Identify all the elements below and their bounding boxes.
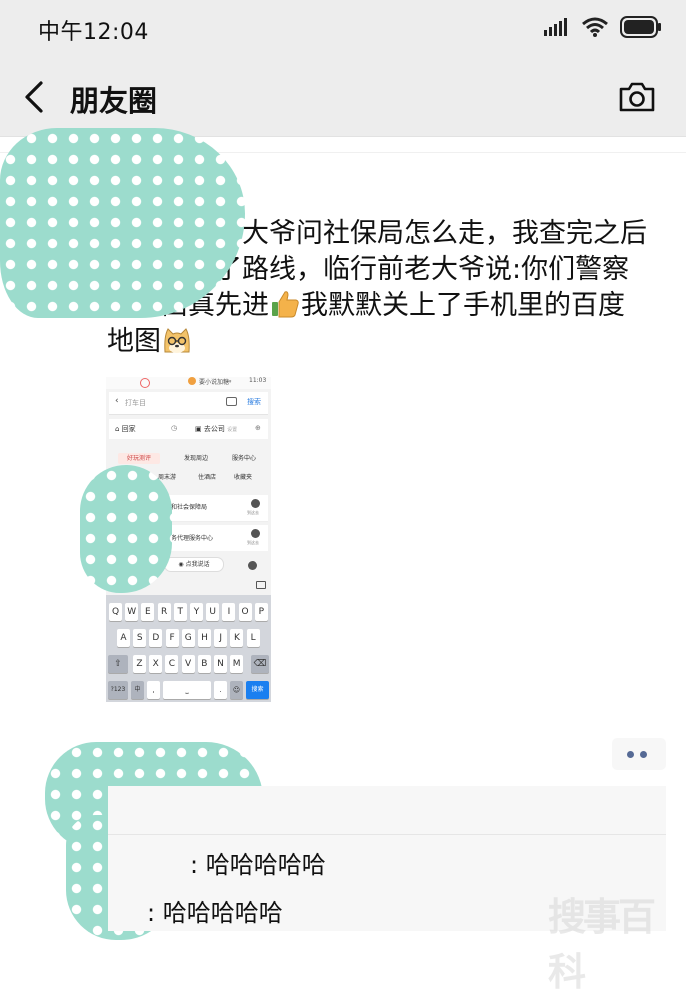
mini-camera-icon <box>226 397 237 406</box>
mini-route-icon <box>248 561 257 570</box>
mini-key-i: I <box>222 603 236 621</box>
mini-key-shift: ⇧ <box>108 655 128 673</box>
mini-keyboard-hide-icon <box>256 581 266 589</box>
mini-key-delete: ⌫ <box>251 655 269 673</box>
dot-icon <box>627 751 634 758</box>
mini-key-r: R <box>157 603 171 621</box>
header-bar: 朋友圈 <box>0 58 686 137</box>
redaction-mosaic <box>80 465 172 593</box>
mini-key-123: ?123 <box>108 681 128 699</box>
mini-key-c: C <box>165 655 179 673</box>
mini-key-x: X <box>149 655 163 673</box>
mini-chip-1: 好玩测评 <box>118 453 160 464</box>
mini-voice-button: ◉ 点我说话 <box>164 557 224 572</box>
status-time: 中午12:04 <box>38 20 149 45</box>
divider <box>108 834 666 835</box>
mini-home: ⌂ 回家 <box>115 425 136 433</box>
record-icon <box>140 378 150 388</box>
mini-key-a: A <box>117 629 130 647</box>
mini-key-o: O <box>238 603 252 621</box>
mini-key-lang: 中 <box>131 681 144 699</box>
mini-chip-6: 收藏夹 <box>233 474 252 481</box>
mini-search-input: 打车目 <box>125 399 146 407</box>
mini-key-l: L <box>246 629 260 647</box>
mini-key-b: B <box>197 655 211 673</box>
mini-more-icon: ⊕ <box>255 424 261 432</box>
signal-icon <box>544 18 567 36</box>
mini-key-m: M <box>230 655 244 673</box>
mini-key-q: Q <box>109 603 122 621</box>
wifi-icon <box>582 17 608 37</box>
mini-key-comma: , <box>147 681 160 699</box>
mini-key-p: P <box>254 603 268 621</box>
mini-key-space: ⎵ <box>163 681 211 699</box>
mini-key-n: N <box>214 655 227 673</box>
mini-key-t: T <box>173 603 187 621</box>
mini-key-u: U <box>206 603 220 621</box>
redaction-mosaic <box>0 128 245 318</box>
mini-company: ▣ 去公司 设置 <box>195 425 238 433</box>
mini-key-f: F <box>165 629 179 647</box>
mini-status-bar: 要小说加糖ᵍ 11:03 <box>106 377 271 389</box>
comment-text-1: : 哈哈哈哈哈 <box>190 851 326 879</box>
mini-route-icon <box>251 529 260 538</box>
dot-icon <box>640 751 647 758</box>
mini-key-period: . <box>214 681 227 699</box>
mini-status-time: 11:03 <box>249 377 267 384</box>
mini-key-z: Z <box>133 655 146 673</box>
mini-clock-icon: ◷ <box>171 424 178 432</box>
mini-back-icon: ‹ <box>115 396 119 406</box>
page-title: 朋友圈 <box>70 84 158 118</box>
watermark: 搜事百科 <box>548 894 656 994</box>
mini-chip-3: 服务中心 <box>231 455 256 462</box>
mini-key-v: V <box>181 655 195 673</box>
camera-icon[interactable] <box>618 80 656 114</box>
battery-icon <box>620 16 661 38</box>
comment-text-2: : 哈哈哈哈哈 <box>147 899 283 927</box>
mini-key-j: J <box>214 629 228 647</box>
mini-key-search: 搜索 <box>246 681 269 699</box>
mini-search-bar: ‹ 打车目 搜索 <box>109 392 268 415</box>
mini-chip-2: 发现周边 <box>183 455 208 462</box>
mini-search-button: 搜索 <box>247 398 261 406</box>
thumbs-up-icon <box>272 291 299 318</box>
mini-key-g: G <box>181 629 195 647</box>
back-arrow-icon[interactable] <box>20 80 50 114</box>
mini-key-w: W <box>125 603 139 621</box>
status-icons <box>544 16 662 38</box>
mini-key-emoji: ☺ <box>230 681 243 699</box>
mini-chip-5: 住酒店 <box>197 474 216 481</box>
doge-face-icon <box>164 328 190 353</box>
mini-key-s: S <box>133 629 147 647</box>
mini-key-y: Y <box>190 603 203 621</box>
mini-key-e: E <box>141 603 155 621</box>
status-bar: 中午12:04 <box>0 0 686 58</box>
mini-route-icon <box>251 499 260 508</box>
mini-key-k: K <box>230 629 244 647</box>
comment-more-button[interactable] <box>612 738 666 770</box>
mini-key-d: D <box>149 629 163 647</box>
mini-status-text: 要小说加糖ᵍ <box>199 379 232 386</box>
mini-key-h: H <box>198 629 211 647</box>
avatar-icon <box>188 377 196 385</box>
mini-shortcut-row: ⌂ 回家 ◷ ▣ 去公司 设置 ⊕ <box>109 419 268 439</box>
